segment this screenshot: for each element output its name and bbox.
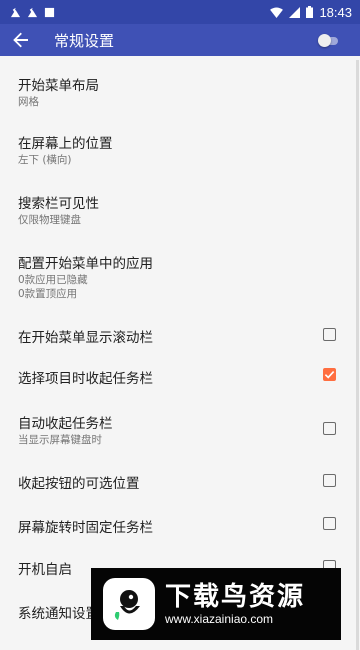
setting-title: 开机自启 (18, 562, 72, 578)
setting-start-menu-layout[interactable]: 开始菜单布局 网格 (0, 56, 360, 114)
switch-thumb (318, 34, 331, 47)
setting-collapse-on-select[interactable]: 选择项目时收起任务栏 (0, 352, 360, 402)
status-bar: 18:43 (0, 0, 360, 24)
setting-title: 自动收起任务栏 (18, 416, 113, 432)
page-title: 常规设置 (54, 31, 115, 50)
master-switch[interactable] (318, 34, 340, 47)
setting-title: 收起按钮的可选位置 (18, 476, 140, 492)
show-scrollbar-checkbox[interactable] (323, 328, 336, 341)
setting-configure-apps[interactable]: 配置开始菜单中的应用 0款应用已隐藏 0款置顶应用 (0, 234, 360, 308)
status-bar-time: 18:43 (319, 4, 352, 20)
notification-icon (27, 7, 38, 17)
battery-icon (306, 6, 314, 18)
status-bar-notifications (0, 7, 55, 18)
bird-logo-icon (103, 578, 155, 630)
setting-title: 配置开始菜单中的应用 (18, 256, 153, 272)
setting-summary: 0款应用已隐藏 (18, 274, 88, 286)
setting-title: 搜索栏可见性 (18, 196, 99, 212)
auto-collapse-checkbox[interactable] (323, 422, 336, 435)
setting-title: 开始菜单布局 (18, 78, 99, 94)
setting-summary: 0款置顶应用 (18, 288, 78, 300)
collapse-button-position-checkbox[interactable] (323, 474, 336, 487)
setting-auto-collapse[interactable]: 自动收起任务栏 当显示屏幕键盘时 (0, 402, 360, 462)
collapse-on-select-checkbox[interactable] (323, 368, 336, 381)
notification-icon (44, 7, 55, 17)
setting-title: 屏幕旋转时固定任务栏 (18, 520, 153, 536)
setting-title: 在开始菜单显示滚动栏 (18, 330, 153, 346)
setting-title: 选择项目时收起任务栏 (18, 371, 153, 387)
setting-show-scrollbar[interactable]: 在开始菜单显示滚动栏 (0, 308, 360, 352)
setting-title: 系统通知设置 (18, 606, 99, 622)
setting-summary: 当显示屏幕键盘时 (18, 434, 102, 446)
watermark-url: www.xiazainiao.com (165, 611, 274, 626)
notification-icon (10, 7, 21, 17)
arrow-back-icon (13, 32, 28, 48)
setting-summary: 左下 (横向) (18, 154, 72, 166)
checkmark-icon (324, 371, 335, 379)
toolbar: 常规设置 (0, 24, 360, 56)
signal-icon (289, 6, 301, 18)
setting-summary: 仅限物理键盘 (18, 214, 81, 226)
back-button[interactable] (9, 28, 33, 52)
setting-title: 在屏幕上的位置 (18, 136, 113, 152)
setting-search-bar-visibility[interactable]: 搜索栏可见性 仅限物理键盘 (0, 174, 360, 234)
setting-collapse-button-position[interactable]: 收起按钮的可选位置 (0, 462, 360, 506)
watermark-title: 下载鸟资源 (165, 581, 306, 612)
watermark-banner: 下载鸟资源 www.xiazainiao.com (91, 568, 341, 640)
setting-summary: 网格 (18, 96, 39, 108)
scrollbar[interactable] (356, 60, 359, 650)
wifi-icon (270, 6, 284, 18)
setting-screen-position[interactable]: 在屏幕上的位置 左下 (横向) (0, 114, 360, 174)
fix-on-rotation-checkbox[interactable] (323, 517, 336, 530)
setting-fix-on-rotation[interactable]: 屏幕旋转时固定任务栏 (0, 506, 360, 550)
